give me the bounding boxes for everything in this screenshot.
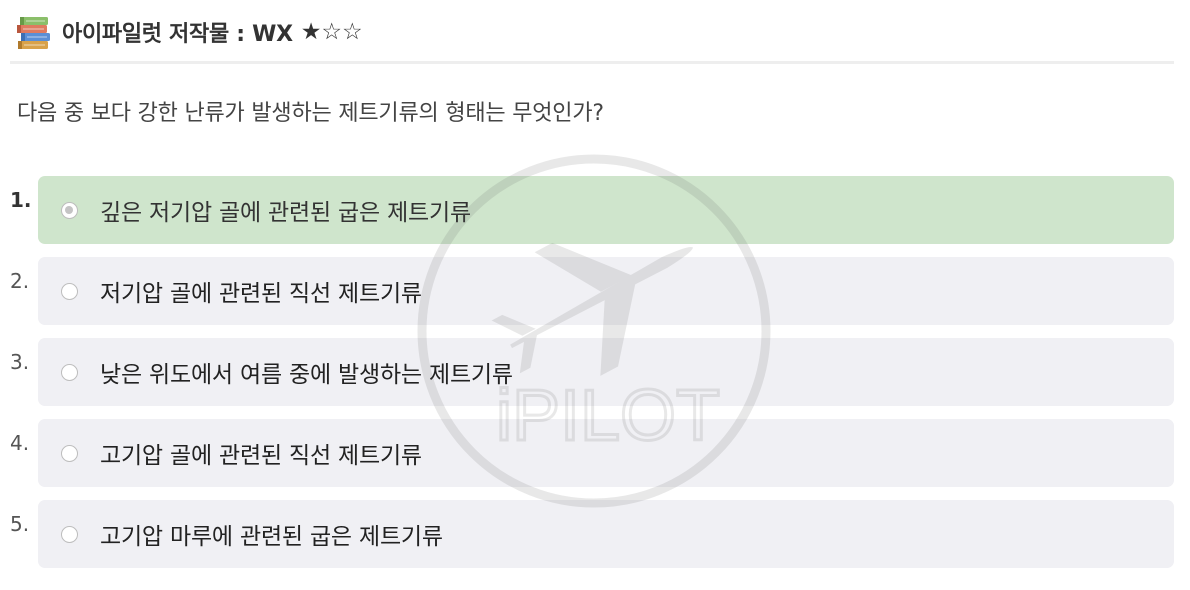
radio-button[interactable] (61, 201, 78, 219)
answer-options: 1. 깊은 저기압 골에 관련된 굽은 제트기류 2. 저기압 골에 관련된 직… (8, 176, 1174, 581)
books-icon (14, 13, 52, 51)
difficulty-stars: ★☆☆ (300, 19, 363, 45)
option-label: 깊은 저기압 골에 관련된 굽은 제트기류 (100, 200, 471, 226)
option-row-3: 3. 낮은 위도에서 여름 중에 발생하는 제트기류 (8, 338, 1174, 406)
option-label: 고기압 골에 관련된 직선 제트기류 (100, 443, 422, 469)
radio-button[interactable] (61, 444, 78, 462)
option-number: 2. (10, 269, 30, 293)
radio-button[interactable] (61, 525, 78, 543)
option-row-2: 2. 저기압 골에 관련된 직선 제트기류 (8, 257, 1174, 325)
option-number: 5. (10, 512, 30, 536)
option-label: 저기압 골에 관련된 직선 제트기류 (100, 281, 422, 307)
radio-button[interactable] (61, 363, 78, 381)
option-number: 4. (10, 431, 30, 455)
header-divider (10, 61, 1174, 64)
quiz-title: 아이파일럿 저작물 : WX (62, 22, 293, 47)
question-text: 다음 중 보다 강한 난류가 발생하는 제트기류의 형태는 무엇인가? (17, 101, 604, 126)
radio-button[interactable] (61, 282, 78, 300)
option-row-1: 1. 깊은 저기압 골에 관련된 굽은 제트기류 (8, 176, 1174, 244)
option-choice-1[interactable]: 깊은 저기압 골에 관련된 굽은 제트기류 (38, 176, 1174, 244)
option-label: 고기압 마루에 관련된 굽은 제트기류 (100, 524, 443, 550)
option-choice-3[interactable]: 낮은 위도에서 여름 중에 발생하는 제트기류 (38, 338, 1174, 406)
option-choice-5[interactable]: 고기압 마루에 관련된 굽은 제트기류 (38, 500, 1174, 568)
option-choice-2[interactable]: 저기압 골에 관련된 직선 제트기류 (38, 257, 1174, 325)
option-choice-4[interactable]: 고기압 골에 관련된 직선 제트기류 (38, 419, 1174, 487)
option-number: 1. (10, 188, 32, 212)
option-label: 낮은 위도에서 여름 중에 발생하는 제트기류 (100, 362, 513, 388)
quiz-header: 아이파일럿 저작물 : WX ★☆☆ (14, 10, 363, 54)
option-number: 3. (10, 350, 30, 374)
option-row-5: 5. 고기압 마루에 관련된 굽은 제트기류 (8, 500, 1174, 568)
option-row-4: 4. 고기압 골에 관련된 직선 제트기류 (8, 419, 1174, 487)
